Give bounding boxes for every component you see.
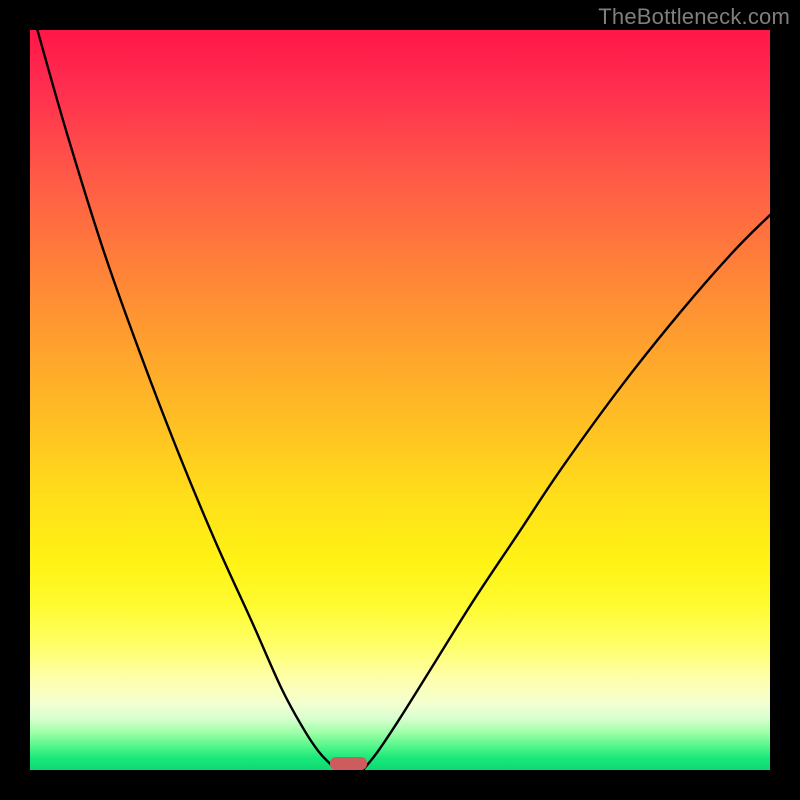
right-curve-path <box>363 215 770 770</box>
chart-frame: TheBottleneck.com <box>0 0 800 800</box>
left-curve-path <box>37 30 337 770</box>
bottleneck-marker <box>330 757 367 770</box>
curve-layer <box>30 30 770 770</box>
watermark-text: TheBottleneck.com <box>598 4 790 30</box>
plot-area <box>30 30 770 770</box>
